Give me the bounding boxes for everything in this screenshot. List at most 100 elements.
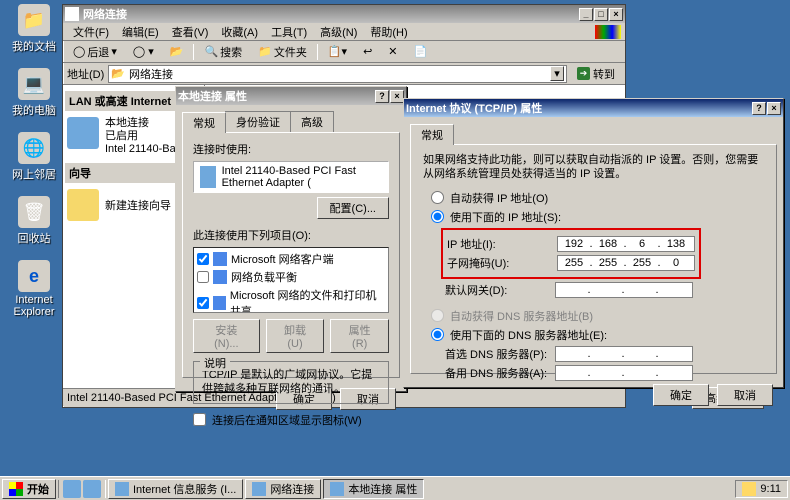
up-button[interactable]: 📂: [164, 43, 190, 60]
item-checkbox[interactable]: [197, 271, 209, 283]
dns1-input[interactable]: ...: [555, 346, 693, 362]
tb-icon-1[interactable]: ↩: [357, 43, 378, 60]
connect-using-label: 连接时使用:: [193, 141, 389, 157]
uninstall-button[interactable]: 卸载(U): [266, 319, 325, 353]
menu-advanced[interactable]: 高级(N): [314, 23, 363, 41]
task-lan-properties[interactable]: 本地连接 属性: [323, 479, 424, 499]
address-combo[interactable]: 📂 网络连接 ▾: [108, 65, 567, 83]
tray-icon[interactable]: [742, 482, 756, 496]
tb-icon-3[interactable]: 📄: [408, 43, 434, 60]
close-button[interactable]: ×: [609, 8, 623, 21]
titlebar[interactable]: Internet 协议 (TCP/IP) 属性 ? ×: [404, 99, 783, 117]
adapter-box: Intel 21140-Based PCI Fast Ethernet Adap…: [193, 161, 389, 193]
taskbar: 开始 Internet 信息服务 (I... 网络连接 本地连接 属性 9:11: [0, 476, 790, 500]
tab-general[interactable]: 常规: [410, 124, 454, 145]
properties-button[interactable]: 属性(R): [330, 319, 389, 353]
titlebar[interactable]: 本地连接 属性 ? ×: [176, 87, 406, 105]
desktop-icons: 📁我的文档 💻我的电脑 🌐网上邻居 🗑回收站 eInternet Explore…: [4, 4, 64, 332]
address-value: 网络连接: [129, 66, 173, 82]
component-icon: [213, 270, 227, 284]
menu-view[interactable]: 查看(V): [166, 23, 215, 41]
app-icon: [330, 482, 344, 496]
app-icon: [252, 482, 266, 496]
back-button[interactable]: ◯ 后退 ▾: [67, 42, 123, 62]
ql-desktop-icon[interactable]: [83, 480, 101, 498]
window-title: 网络连接: [83, 6, 579, 22]
description-text: TCP/IP 是默认的广域网协议。它提供跨越多种互联网络的通讯。: [202, 368, 380, 397]
lan-properties-dialog: 本地连接 属性 ? × 常规 身份验证 高级 连接时使用: Intel 2114…: [175, 86, 407, 392]
dialog-title: Internet 协议 (TCP/IP) 属性: [406, 100, 752, 116]
subnet-mask-input[interactable]: 255.255.255.0: [557, 255, 695, 271]
desktop-icon-network[interactable]: 🌐网上邻居: [4, 132, 64, 182]
start-button[interactable]: 开始: [2, 479, 56, 499]
show-icon-checkbox[interactable]: [193, 413, 206, 426]
go-button[interactable]: ➔转到: [571, 64, 621, 84]
help-button[interactable]: ?: [752, 102, 766, 115]
close-button[interactable]: ×: [390, 90, 404, 103]
items-label: 此连接使用下列项目(O):: [193, 227, 389, 243]
use-dns-radio[interactable]: [431, 328, 444, 341]
dns2-input[interactable]: ...: [555, 365, 693, 381]
ql-ie-icon[interactable]: [63, 480, 81, 498]
help-button[interactable]: ?: [375, 90, 389, 103]
task-iis[interactable]: Internet 信息服务 (I...: [108, 479, 243, 499]
install-button[interactable]: 安装(N)...: [193, 319, 260, 353]
task-network[interactable]: 网络连接: [245, 479, 321, 499]
titlebar[interactable]: 网络连接 _ □ ×: [63, 5, 625, 23]
desktop-icon-documents[interactable]: 📁我的文档: [4, 4, 64, 54]
list-item: Microsoft 网络的文件和打印机共享: [196, 286, 386, 313]
dialog-title: 本地连接 属性: [178, 88, 375, 104]
menu-tools[interactable]: 工具(T): [265, 23, 313, 41]
cancel-button[interactable]: 取消: [717, 384, 773, 406]
list-item: Microsoft 网络客户端: [196, 250, 386, 268]
configure-button[interactable]: 配置(C)...: [317, 197, 389, 219]
quick-launch: [58, 480, 106, 498]
ip-address-input[interactable]: 192.168.6.138: [557, 236, 695, 252]
intro-text: 如果网络支持此功能，则可以获取自动指派的 IP 设置。否则，您需要从网络系统管理…: [423, 153, 764, 182]
gateway-input[interactable]: ...: [555, 282, 693, 298]
address-bar: 地址(D) 📂 网络连接 ▾ ➔转到: [63, 63, 625, 85]
folder-icon: 📂: [111, 67, 125, 80]
forward-button[interactable]: ◯ ▾: [127, 43, 160, 60]
item-checkbox[interactable]: [197, 253, 209, 265]
desktop-icon-recycle[interactable]: 🗑回收站: [4, 196, 64, 246]
menubar: 文件(F) 编辑(E) 查看(V) 收藏(A) 工具(T) 高级(N) 帮助(H…: [63, 23, 625, 41]
minimize-button[interactable]: _: [579, 8, 593, 21]
use-ip-radio[interactable]: [431, 210, 444, 223]
tab-general[interactable]: 常规: [182, 112, 226, 133]
tab-advanced[interactable]: 高级: [290, 111, 334, 132]
connection-icon: [67, 117, 99, 149]
tab-auth[interactable]: 身份验证: [225, 111, 291, 132]
address-label: 地址(D): [67, 66, 104, 82]
description-group: 说明 TCP/IP 是默认的广域网协议。它提供跨越多种互联网络的通讯。: [193, 361, 389, 404]
window-icon: [65, 7, 79, 21]
windows-logo-icon: [595, 25, 621, 39]
go-arrow-icon: ➔: [577, 67, 590, 80]
chevron-down-icon[interactable]: ▾: [550, 66, 564, 81]
ok-button[interactable]: 确定: [653, 384, 709, 406]
components-list[interactable]: Microsoft 网络客户端 网络负载平衡 Microsoft 网络的文件和打…: [193, 247, 389, 313]
desktop-icon-ie[interactable]: eInternet Explorer: [4, 260, 64, 318]
toolbar: ◯ 后退 ▾ ◯ ▾ 📂 🔍 搜索 📁 文件夹 📋▾ ↩ ✕ 📄: [63, 41, 625, 63]
menu-file[interactable]: 文件(F): [67, 23, 115, 41]
maximize-button[interactable]: □: [594, 8, 608, 21]
menu-edit[interactable]: 编辑(E): [116, 23, 165, 41]
wizard-icon: [67, 189, 99, 221]
views-button[interactable]: 📋▾: [322, 43, 353, 60]
auto-ip-radio[interactable]: [431, 191, 444, 204]
close-button[interactable]: ×: [767, 102, 781, 115]
tcpip-properties-dialog: Internet 协议 (TCP/IP) 属性 ? × 常规 如果网络支持此功能…: [403, 98, 784, 388]
item-checkbox[interactable]: [197, 297, 209, 309]
component-icon: [213, 296, 226, 310]
adapter-name: Intel 21140-Based PCI Fast Ethernet Adap…: [222, 165, 382, 189]
component-icon: [213, 252, 227, 266]
tb-icon-2[interactable]: ✕: [382, 43, 403, 60]
system-tray: 9:11: [735, 480, 788, 498]
search-button[interactable]: 🔍 搜索: [198, 42, 248, 62]
clock: 9:11: [760, 483, 781, 495]
desktop-icon-computer[interactable]: 💻我的电脑: [4, 68, 64, 118]
folders-button[interactable]: 📁 文件夹: [252, 42, 313, 62]
menu-help[interactable]: 帮助(H): [364, 23, 413, 41]
list-item: 网络负载平衡: [196, 268, 386, 286]
menu-favorites[interactable]: 收藏(A): [215, 23, 264, 41]
